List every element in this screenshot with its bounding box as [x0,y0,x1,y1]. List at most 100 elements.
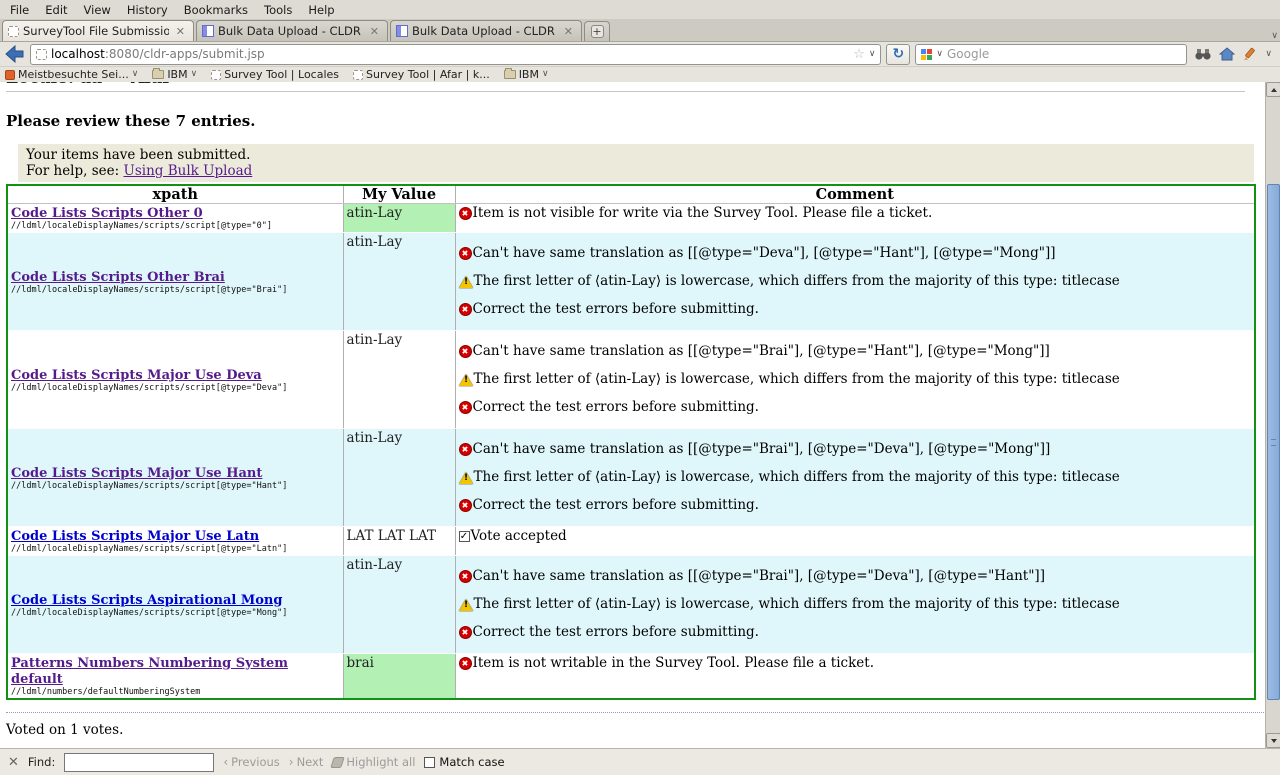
xpath-link[interactable]: Code Lists Scripts Major Use Latn [11,529,259,544]
binoculars-find-icon[interactable] [1195,48,1211,61]
bookmark-item-5[interactable]: IBM∨ [504,68,549,81]
reload-button[interactable]: ↻ [886,44,910,65]
highlight-all-button[interactable]: Highlight all [332,755,415,769]
address-bar[interactable]: localhost:8080/cldr-apps/submit.jsp ☆ ∨ [30,44,881,65]
comment-line: Item is not visible for write via the Su… [459,205,1252,222]
using-bulk-upload-link[interactable]: Using Bulk Upload [123,163,252,179]
table-row-2: Code Lists Scripts Other Brai//ldml/loca… [7,233,1255,331]
table-row-6: Code Lists Scripts Aspirational Mong//ld… [7,556,1255,654]
comment-cell: Item is not writable in the Survey Tool.… [455,654,1255,700]
xpath-code: //ldml/localeDisplayNames/scripts/script… [11,285,340,295]
xpath-link[interactable]: Patterns Numbers Numbering System defaul… [11,656,288,687]
toolbar-overflow-chevron-icon[interactable]: ∨ [1265,50,1272,59]
comment-text: Correct the test errors before submittin… [473,399,759,416]
comment-line: Correct the test errors before submittin… [459,399,1252,416]
xpath-cell: Code Lists Scripts Other Brai//ldml/loca… [7,233,343,331]
scroll-up-button[interactable] [1266,82,1280,97]
comment-text: Item is not visible for write via the Su… [473,205,933,222]
table-row-5: Code Lists Scripts Major Use Latn//ldml/… [7,527,1255,556]
find-close-icon[interactable]: ✕ [8,755,19,770]
find-next-button[interactable]: ›Next [289,755,324,769]
vote-summary: Voted on 1 votes. [6,722,1260,738]
comment-cell: Vote accepted [455,527,1255,556]
table-row-3: Code Lists Scripts Major Use Deva//ldml/… [7,331,1255,429]
find-label: Find: [28,755,55,769]
scroll-down-button[interactable] [1266,733,1280,748]
comment-cell: Item is not visible for write via the Su… [455,204,1255,233]
xpath-cell: Code Lists Scripts Major Use Deva//ldml/… [7,331,343,429]
comment-line: Correct the test errors before submittin… [459,301,1252,318]
list-all-tabs-chevron-icon[interactable]: ∨ [1271,32,1278,41]
folder-icon [504,70,516,79]
menu-file[interactable]: File [2,1,37,19]
tab-close-icon[interactable]: ✕ [561,25,576,38]
placeholder-favicon-icon [8,26,19,37]
xpath-link[interactable]: Code Lists Scripts Other 0 [11,206,203,221]
find-input[interactable] [64,753,214,772]
xpath-code: //ldml/localeDisplayNames/scripts/script… [11,481,340,491]
bookmark-item-2[interactable]: IBM ∨ [152,68,197,81]
reload-icon: ↻ [893,47,905,61]
comment-text: The first letter of ⟨atin-Lay⟩ is lowerc… [474,273,1120,290]
menu-help[interactable]: Help [300,1,342,19]
menu-tools[interactable]: Tools [256,1,300,19]
home-button[interactable] [1219,47,1235,61]
menu-view[interactable]: View [76,1,119,19]
scrollbar-thumb[interactable] [1267,184,1280,700]
tab-list: SurveyTool File Submission | ...✕Bulk Da… [2,20,584,41]
menu-edit[interactable]: Edit [37,1,75,19]
error-icon [459,443,472,456]
xpath-link[interactable]: Code Lists Scripts Aspirational Mong [11,593,282,608]
xpath-link[interactable]: Code Lists Scripts Major Use Hant [11,466,262,481]
comment-cell: Can't have same translation as [[@type="… [455,233,1255,331]
table-row-1: Code Lists Scripts Other 0//ldml/localeD… [7,204,1255,233]
column-header-xpath: xpath [7,185,343,204]
search-placeholder: Google [947,47,989,61]
folder-icon [152,70,164,79]
bookmark-label: IBM [167,68,187,81]
error-icon [459,626,472,639]
new-tab-button[interactable]: + [584,21,610,41]
bookmark-dropdown-chevron-icon: ∨ [191,70,198,79]
find-previous-button[interactable]: ‹Previous [223,755,279,769]
bookmark-item-3[interactable]: Survey Tool | Locales [211,68,339,81]
xpath-link[interactable]: Code Lists Scripts Major Use Deva [11,368,262,383]
comment-text: The first letter of ⟨atin-Lay⟩ is lowerc… [474,371,1120,388]
xpath-code: //ldml/localeDisplayNames/scripts/script… [11,383,340,393]
match-case-checkbox[interactable] [424,757,435,768]
match-case-option[interactable]: Match case [424,755,504,769]
next-chevron-icon: › [289,755,294,769]
down-arrow-icon [1271,739,1277,743]
pen-icon[interactable] [1243,47,1257,61]
my-value-cell: LAT LAT LAT [343,527,455,556]
back-button[interactable] [5,45,25,63]
comment-text: The first letter of ⟨atin-Lay⟩ is lowerc… [474,469,1120,486]
bookmark-item-1[interactable]: Meistbesuchte Sei...∨ [5,68,138,81]
warning-icon [459,472,473,484]
error-icon [459,570,472,583]
tab-2[interactable]: Bulk Data Upload - CLDR - Un...✕ [196,20,388,41]
tab-close-icon[interactable]: ✕ [367,25,382,38]
comment-line: The first letter of ⟨atin-Lay⟩ is lowerc… [459,371,1252,388]
menu-bookmarks[interactable]: Bookmarks [176,1,256,19]
comment-line: Correct the test errors before submittin… [459,624,1252,641]
vertical-scrollbar[interactable] [1265,82,1280,748]
review-table: xpathMy ValueComment Code Lists Scripts … [6,184,1256,700]
bookmark-star-icon[interactable]: ☆ [853,47,865,62]
xpath-link[interactable]: Code Lists Scripts Other Brai [11,270,225,285]
xpath-cell: Code Lists Scripts Other 0//ldml/localeD… [7,204,343,233]
url-dropdown-chevron-icon[interactable]: ∨ [869,50,876,59]
bookmark-label: Survey Tool | Locales [224,68,339,81]
tab-close-icon[interactable]: ✕ [173,25,188,38]
bookmark-item-4[interactable]: Survey Tool | Afar | k... [353,68,490,81]
tab-3[interactable]: Bulk Data Upload - CLDR - Un...✕ [390,20,582,41]
menu-history[interactable]: History [119,1,176,19]
bookmark-label: Survey Tool | Afar | k... [366,68,490,81]
search-engine-chevron-icon[interactable]: ∨ [936,50,943,59]
bookmark-dropdown-chevron-icon: ∨ [132,70,139,79]
plus-icon: + [591,25,604,38]
review-heading: Please review these 7 entries. [6,112,1260,130]
tab-1[interactable]: SurveyTool File Submission | ...✕ [2,20,194,41]
search-box[interactable]: ∨ Google [915,44,1187,65]
notice-line1: Your items have been submitted. [26,147,1246,163]
